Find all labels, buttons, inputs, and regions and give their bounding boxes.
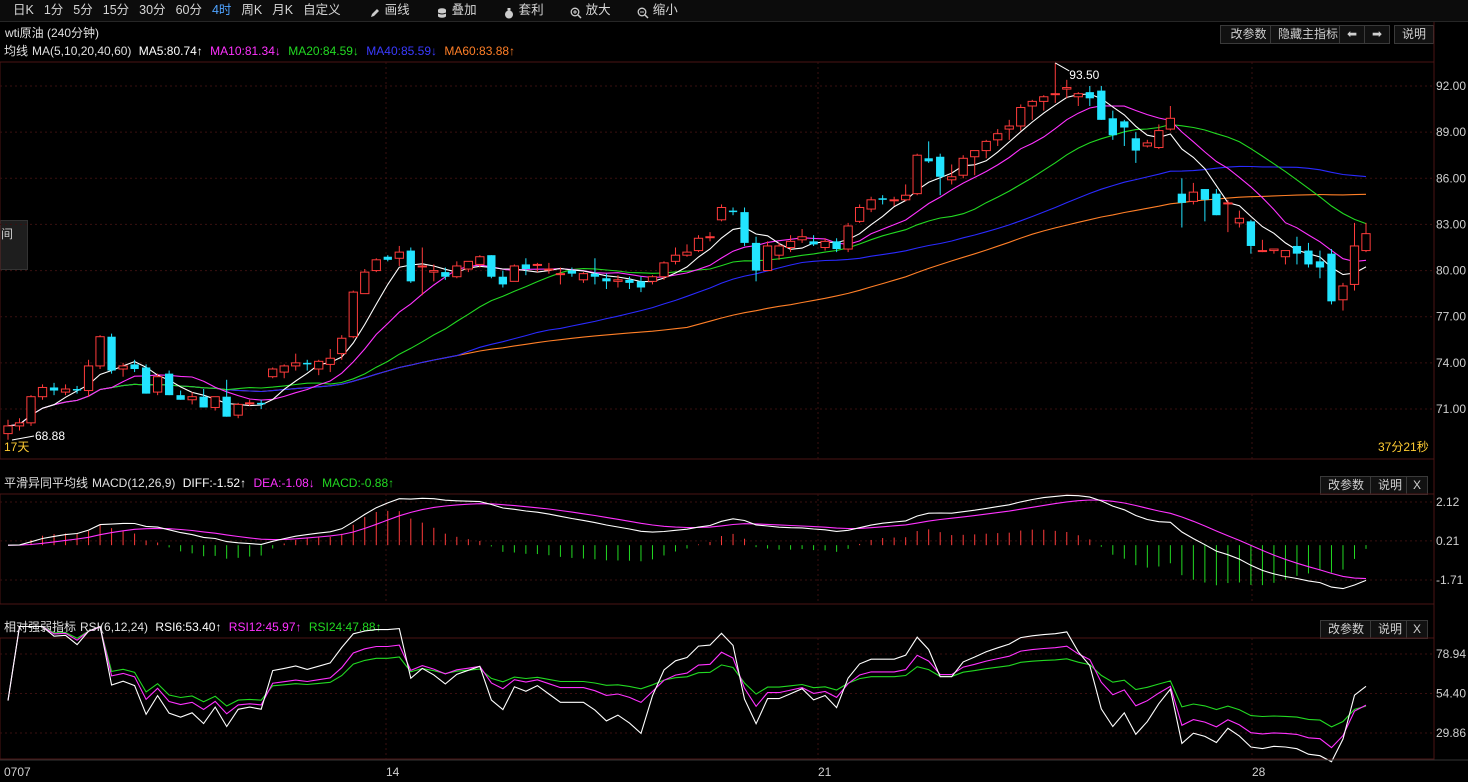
period-6[interactable]: 4时 [207,0,236,21]
rsi24-value: RSI24:47.88↑ [308,620,382,634]
tool-label: 画线 [384,3,410,17]
price-tick-label: 89.00 [1436,125,1466,139]
macd-plot-border [0,493,1435,605]
rsi-close-icon[interactable]: X [1406,620,1428,639]
macd-dea-value: DEA:-1.08↓ [253,476,315,490]
macd-diff-line [7,494,1367,590]
tool-group: 画线 叠加 套利 放大 缩小 [352,0,683,21]
macd-params-button[interactable]: 改参数 [1320,476,1372,495]
macd-dea-line [7,499,1367,580]
x-axis-label: 21 [818,765,832,779]
rsi-panel-header: 相对强弱指标 RSI(6,12,24) RSI6:53.40↑ RSI12:45.… [0,618,1434,639]
macd-name: 平滑异同平均线 [4,476,89,490]
tool-label: 缩小 [652,3,678,17]
rsi24-line [7,625,1367,728]
zoom-in-icon [570,5,582,19]
rsi-params-button[interactable]: 改参数 [1320,620,1372,639]
price-tick-label: 80.00 [1436,264,1466,278]
price-tick-label: 74.00 [1436,356,1466,370]
price-tick-label: 77.00 [1436,310,1466,324]
price-tick-label: 86.00 [1436,171,1466,185]
top-toolbar: 日K 1分 5分 15分 30分 60分 4时 周K 月K 自定义 画线 叠加 套利 放大 缩小 [0,0,1468,22]
macd-panel-header: 平滑异同平均线 MACD(12,26,9) DIFF:-1.52↑ DEA:-1.… [0,474,1434,495]
database-icon [436,5,448,18]
pencil-icon [369,5,381,17]
rsi12-value: RSI12:45.97↑ [228,620,302,634]
period-2[interactable]: 5分 [68,0,97,21]
money-bag-icon [503,5,515,18]
macd-tick-label: -1.71 [1436,573,1464,587]
period-5[interactable]: 60分 [171,0,207,21]
tool-money-bag-button[interactable]: 套利 [498,0,549,21]
macd-macd-value: MACD:-0.88↑ [322,476,395,490]
period-8[interactable]: 月K [267,0,298,21]
tool-label: 放大 [585,3,611,17]
rsi-plot-border [0,637,1435,760]
rsi6-line [7,625,1367,763]
period-1[interactable]: 1分 [39,0,68,21]
period-9[interactable]: 自定义 [298,0,346,21]
rsi12-line [7,625,1367,749]
price-tick-label: 71.00 [1436,402,1466,416]
x-axis-label: 14 [386,765,400,779]
ma-params: MA(5,10,20,40,60) [32,44,132,58]
macd-tick-label: 0.21 [1436,534,1460,548]
x-axis-label: 0707 [4,765,31,779]
tool-database-button[interactable]: 叠加 [431,0,482,21]
tool-zoom-in-button[interactable]: 放大 [565,0,616,21]
rsi-params: RSI(6,12,24) [80,620,149,634]
side-collapse-tab[interactable]: 间 [0,220,28,270]
chart-title: wti原油 (240分钟) [5,26,100,40]
ma60-value: MA60:83.88↑ [444,44,516,58]
period-4[interactable]: 30分 [134,0,170,21]
macd-tick-label: 2.12 [1436,495,1460,509]
rsi6-value: RSI6:53.40↑ [155,620,222,634]
rsi-help-button[interactable]: 说明 [1370,620,1410,639]
ma-name: 均线 [4,44,29,58]
price-tick-label: 83.00 [1436,217,1466,231]
tool-label: 叠加 [451,3,477,17]
ma10-value: MA10:81.34↓ [210,44,281,58]
rsi-tick-label: 54.40 [1436,687,1466,701]
main-title-row: wti原油 (240分钟) [0,24,1434,43]
zoom-out-icon [637,5,649,19]
tool-pencil-button[interactable]: 画线 [364,0,415,21]
macd-help-button[interactable]: 说明 [1370,476,1410,495]
rsi-tick-label: 78.94 [1436,647,1466,661]
side-tab-label: 间 [1,227,14,241]
ma5-value: MA5:80.74↑ [138,44,203,58]
x-axis-label: 28 [1252,765,1266,779]
rsi-name: 相对强弱指标 [4,620,77,634]
macd-close-icon[interactable]: X [1406,476,1428,495]
macd-params: MACD(12,26,9) [92,476,176,490]
price-tick-label: 92.00 [1436,79,1466,93]
period-0[interactable]: 日K [8,0,39,21]
period-selector: 日K 1分 5分 15分 30分 60分 4时 周K 月K 自定义 [8,0,346,21]
tool-label: 套利 [518,3,544,17]
ma40-value: MA40:85.59↓ [366,44,437,58]
tool-zoom-out-button[interactable]: 缩小 [632,0,683,21]
ma-legend: 均线 MA(5,10,20,40,60) MA5:80.74↑ MA10:81.3… [0,42,1434,61]
period-3[interactable]: 15分 [98,0,134,21]
macd-diff-value: DIFF:-1.52↑ [182,476,247,490]
period-7[interactable]: 周K [236,0,267,21]
main-chart-panel: wti原油 (240分钟) 改参数 隐藏主指标 ⬅ ➡ 说明 均线 MA(5,10… [0,22,1434,459]
rsi-tick-label: 29.86 [1436,726,1466,740]
ma20-value: MA20:84.59↓ [288,44,359,58]
